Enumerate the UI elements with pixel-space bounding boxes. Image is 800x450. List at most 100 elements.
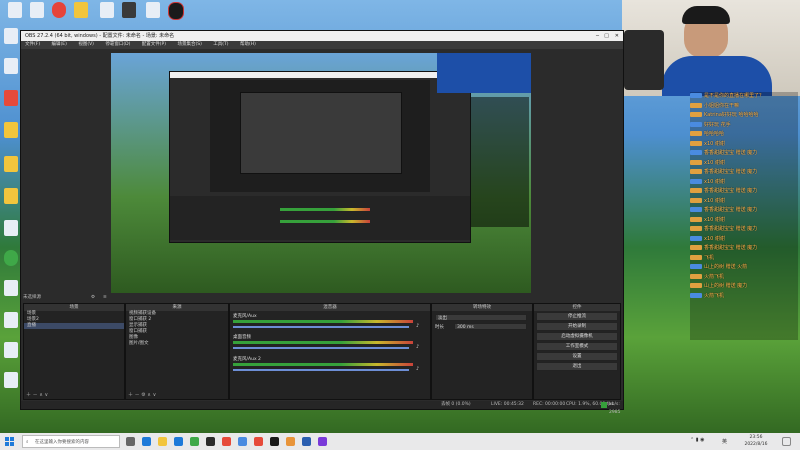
clock[interactable]: 23:56 2022/8/16	[736, 434, 776, 448]
app-icon[interactable]	[254, 437, 263, 446]
source-item[interactable]: 图片/图文	[126, 341, 228, 347]
add-icon[interactable]: ＋	[128, 392, 133, 398]
file-icon[interactable]	[30, 2, 44, 18]
folder-icon[interactable]	[4, 156, 18, 172]
studio-mode-button[interactable]: 工作室模式	[536, 342, 618, 351]
move-up-icon[interactable]: ∧	[147, 392, 151, 398]
close-icon[interactable]: ✕	[615, 31, 619, 41]
menu-view[interactable]: 视图(V)	[78, 42, 94, 47]
recycle-bin-icon[interactable]	[8, 2, 22, 18]
move-down-icon[interactable]: ∨	[153, 392, 157, 398]
file-icon[interactable]	[4, 372, 18, 388]
obs-icon[interactable]	[168, 2, 184, 20]
windows-start-icon[interactable]	[5, 437, 14, 446]
store-icon[interactable]	[174, 437, 183, 446]
folder-icon[interactable]	[4, 122, 18, 138]
netease-music-icon[interactable]	[52, 2, 66, 18]
stop-streaming-button[interactable]: 停止推流	[536, 312, 618, 321]
maximize-icon[interactable]: □	[604, 31, 609, 41]
dropped-frames: 丢帧 0 (0.0%)	[441, 402, 471, 407]
move-up-icon[interactable]: ∧	[39, 392, 43, 398]
menu-profile[interactable]: 配置文件(P)	[142, 42, 166, 47]
volume-slider[interactable]	[233, 369, 409, 371]
user-badge-icon	[690, 102, 702, 108]
edge-icon[interactable]	[142, 437, 151, 446]
obs-icon[interactable]	[270, 437, 279, 446]
chat-message-text: 是不是你的直播在哪里了？	[704, 93, 765, 99]
exit-button[interactable]: 退出	[536, 362, 618, 371]
stream-health-indicator	[601, 402, 607, 408]
nested-webcam	[437, 53, 531, 93]
menu-edit[interactable]: 编辑(E)	[52, 42, 67, 47]
speaker-icon[interactable]: ♪	[416, 366, 419, 372]
volume-slider[interactable]	[233, 347, 409, 349]
settings-button[interactable]: 设置	[536, 352, 618, 361]
user-badge-icon	[690, 121, 702, 127]
transition-type: 淡出	[438, 316, 447, 321]
app-icon[interactable]	[286, 437, 295, 446]
file-icon[interactable]	[4, 58, 18, 74]
transitions-panel: 转场特效 淡出 时长 300 ms	[431, 303, 533, 400]
task-view-icon[interactable]	[126, 437, 135, 446]
app-icon[interactable]	[206, 437, 215, 446]
user-badge-icon	[690, 226, 702, 231]
menu-tools[interactable]: 工具(T)	[213, 42, 228, 47]
chat-message: 山上的树 赠送 魔力	[690, 282, 798, 292]
file-icon[interactable]	[4, 312, 18, 328]
remove-icon[interactable]: －	[135, 392, 140, 398]
folder-icon[interactable]	[4, 188, 18, 204]
minimize-icon[interactable]: ─	[596, 31, 599, 41]
taskbar-search-input[interactable]: ⌕ 在这里输入你要搜索的内容	[22, 435, 120, 448]
volume-slider[interactable]	[233, 326, 409, 328]
menu-file[interactable]: 文件(F)	[25, 42, 40, 47]
file-icon[interactable]	[4, 220, 18, 236]
filters-icon[interactable]: ≡	[103, 294, 107, 302]
input-language[interactable]: 英	[722, 438, 727, 445]
app-icon[interactable]	[190, 437, 199, 446]
file-icon[interactable]	[4, 28, 18, 44]
remove-icon[interactable]: －	[33, 392, 38, 398]
app-icon[interactable]	[4, 90, 18, 106]
user-badge-icon	[690, 197, 702, 203]
source-label: 视频捕获设备	[129, 311, 156, 316]
file-icon[interactable]	[146, 2, 160, 18]
virtual-camera-button[interactable]: 启动虚拟摄像机	[536, 332, 618, 341]
clock-time: 23:56	[749, 435, 763, 440]
file-icon[interactable]	[4, 280, 18, 296]
folder-icon[interactable]	[74, 2, 88, 18]
app-icon[interactable]	[318, 437, 327, 446]
app-icon[interactable]	[122, 2, 136, 18]
status-bar: 丢帧 0 (0.0%) LIVE: 00:45:32 REC: 00:00:00…	[21, 401, 623, 415]
netease-music-icon[interactable]	[222, 437, 231, 446]
preview-canvas[interactable]	[111, 53, 531, 293]
scene-item-selected[interactable]: 直播	[24, 323, 124, 329]
app-icon[interactable]	[4, 250, 18, 266]
duration-input[interactable]: 300 ms	[454, 323, 527, 330]
file-explorer-icon[interactable]	[158, 437, 167, 446]
transition-select[interactable]: 淡出	[435, 314, 527, 321]
speaker-icon[interactable]: ♪	[416, 323, 419, 329]
chat-message-text: x10 谢谢	[704, 178, 725, 185]
properties-gear-icon[interactable]: ⚙	[91, 294, 95, 302]
file-icon[interactable]	[4, 342, 18, 358]
gear-icon[interactable]: ⚙	[141, 392, 145, 398]
add-icon[interactable]: ＋	[26, 392, 31, 398]
menu-help[interactable]: 帮助(H)	[240, 42, 256, 47]
chat-message-text: x10 谢谢	[704, 197, 725, 204]
menu-docks[interactable]: 停靠窗口(D)	[105, 42, 130, 47]
move-down-icon[interactable]: ∨	[44, 392, 48, 398]
speaker-icon[interactable]: ♪	[416, 344, 419, 350]
start-recording-button[interactable]: 开始录制	[536, 322, 618, 331]
file-icon[interactable]	[100, 2, 114, 18]
notification-icon[interactable]	[782, 437, 791, 446]
user-badge-icon	[690, 178, 702, 184]
app-icon[interactable]	[302, 437, 311, 446]
mixer-header: 混音器	[230, 304, 430, 311]
volume-meter	[233, 341, 413, 344]
app-icon[interactable]	[238, 437, 247, 446]
window-title-bar[interactable]: OBS 27.2.4 (64 bit, windows) - 配置文件: 未命名…	[21, 31, 623, 41]
chat-message-text: 火箭飞机	[704, 273, 725, 280]
chat-message: 山上的树 赠送 火箭	[690, 263, 798, 273]
menu-scene-collection[interactable]: 场景集合(S)	[177, 42, 201, 47]
tray-icons[interactable]: ⌃ ▮ ◉	[690, 437, 704, 443]
